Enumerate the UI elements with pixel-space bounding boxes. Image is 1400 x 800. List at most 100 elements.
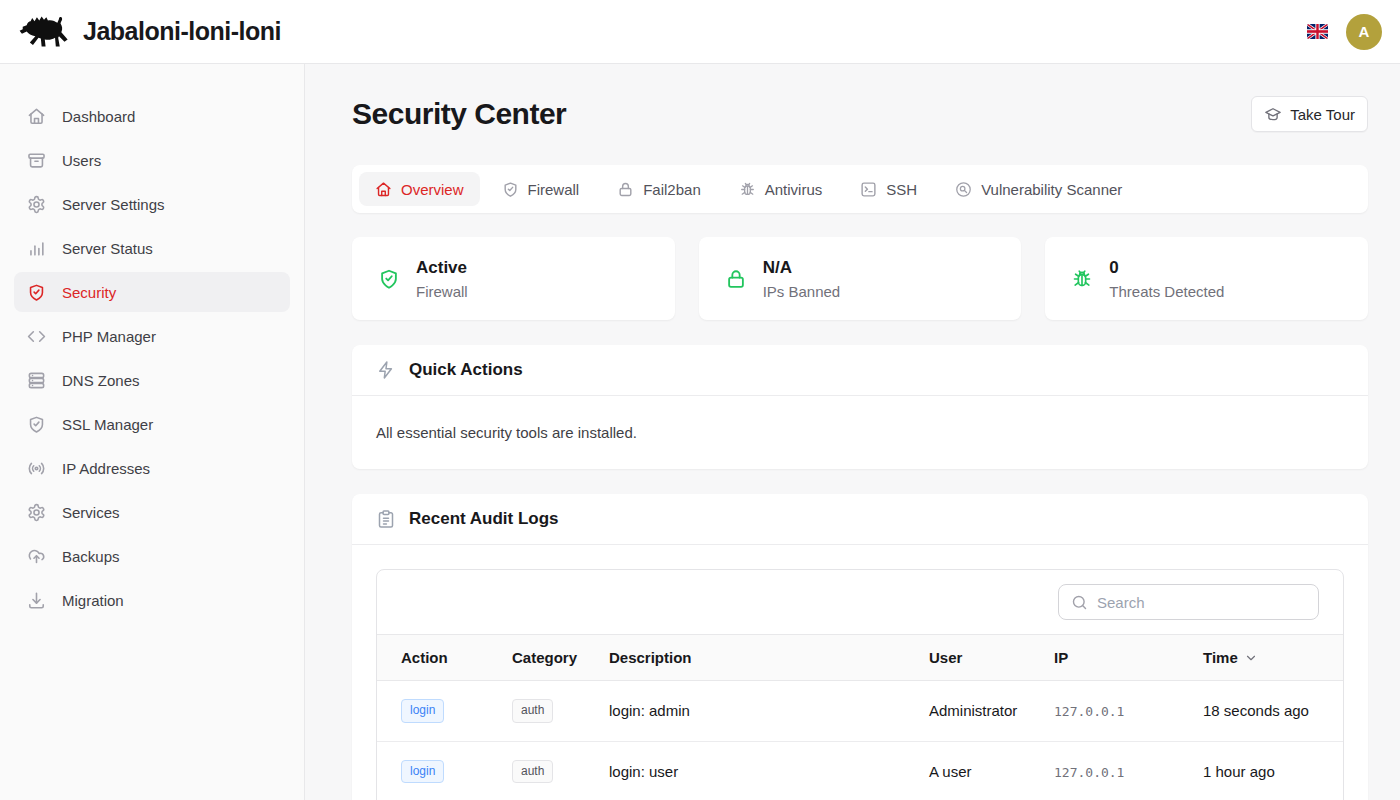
radio-icon [27, 459, 46, 478]
ip-cell: 127.0.0.1 [1054, 765, 1124, 780]
time-cell: 18 seconds ago [1179, 681, 1343, 742]
clipboard-icon [376, 509, 396, 529]
sidebar-item-label: PHP Manager [62, 328, 156, 345]
sidebar-item-label: Migration [62, 592, 124, 609]
action-badge[interactable]: login [401, 760, 444, 784]
lock-icon [725, 268, 747, 290]
shield-check-icon [502, 181, 519, 198]
code-icon [27, 327, 46, 346]
sidebar-item-label: Server Settings [62, 196, 165, 213]
tab-overview[interactable]: Overview [359, 172, 480, 206]
shield-check-icon [378, 268, 400, 290]
sidebar-item-dns-zones[interactable]: DNS Zones [14, 360, 290, 400]
server-stack-icon [27, 371, 46, 390]
tab-label: Antivirus [765, 181, 823, 198]
table-row: login auth login: user A user 127.0.0.1 … [377, 741, 1343, 800]
audit-logs-table: Action Category Description User IP Time… [377, 634, 1343, 800]
tab-label: Vulnerability Scanner [981, 181, 1122, 198]
category-badge: auth [512, 760, 553, 784]
ip-cell: 127.0.0.1 [1054, 704, 1124, 719]
table-row: login auth login: admin Administrator 12… [377, 681, 1343, 742]
category-badge: auth [512, 699, 553, 723]
description-cell: login: user [585, 741, 905, 800]
sidebar-item-label: Backups [62, 548, 120, 565]
topbar: Jabaloni-loni-loni A [0, 0, 1400, 64]
column-header-ip[interactable]: IP [1030, 635, 1179, 681]
zap-icon [376, 360, 396, 380]
security-tabs: Overview Firewall Fail2ban Antivirus SSH… [352, 165, 1368, 213]
stat-label: IPs Banned [763, 283, 841, 300]
quick-actions-message: All essential security tools are install… [352, 396, 1368, 469]
app-title: Jabaloni-loni-loni [83, 17, 281, 46]
audit-logs-panel: Action Category Description User IP Time… [376, 569, 1344, 800]
archive-icon [27, 151, 46, 170]
lock-icon [617, 181, 634, 198]
tab-ssh[interactable]: SSH [844, 172, 933, 206]
search-box[interactable] [1058, 584, 1319, 620]
take-tour-label: Take Tour [1290, 106, 1355, 123]
sidebar-item-services[interactable]: Services [14, 492, 290, 532]
tab-vulnerability-scanner[interactable]: Vulnerability Scanner [939, 172, 1138, 206]
stat-value: N/A [763, 258, 841, 278]
take-tour-button[interactable]: Take Tour [1251, 96, 1368, 132]
stat-value: Active [416, 258, 468, 278]
column-header-time[interactable]: Time [1179, 635, 1343, 681]
download-icon [27, 591, 46, 610]
sidebar-item-backups[interactable]: Backups [14, 536, 290, 576]
sidebar-item-server-settings[interactable]: Server Settings [14, 184, 290, 224]
quick-actions-title: Quick Actions [409, 360, 523, 380]
tab-label: Firewall [528, 181, 580, 198]
chevron-down-icon [1244, 651, 1258, 665]
stat-label: Threats Detected [1109, 283, 1224, 300]
sidebar-item-label: Security [62, 284, 116, 301]
brand[interactable]: Jabaloni-loni-loni [16, 13, 281, 50]
sidebar-item-label: SSL Manager [62, 416, 153, 433]
graduation-cap-icon [1264, 105, 1282, 123]
shield-check-icon [27, 283, 46, 302]
user-cell: A user [905, 741, 1030, 800]
user-cell: Administrator [905, 681, 1030, 742]
scan-search-icon [955, 181, 972, 198]
column-header-action[interactable]: Action [377, 635, 488, 681]
tab-antivirus[interactable]: Antivirus [723, 172, 839, 206]
gear-icon [27, 195, 46, 214]
stat-card-ips-banned: N/A IPs Banned [699, 237, 1022, 320]
tab-firewall[interactable]: Firewall [486, 172, 596, 206]
bar-chart-icon [27, 239, 46, 258]
gear-icon [27, 503, 46, 522]
description-cell: login: admin [585, 681, 905, 742]
sidebar-item-php-manager[interactable]: PHP Manager [14, 316, 290, 356]
bug-icon [1071, 268, 1093, 290]
sidebar-item-server-status[interactable]: Server Status [14, 228, 290, 268]
sidebar-item-dashboard[interactable]: Dashboard [14, 96, 290, 136]
time-cell: 1 hour ago [1179, 741, 1343, 800]
user-avatar[interactable]: A [1346, 14, 1382, 50]
tab-label: SSH [886, 181, 917, 198]
action-badge[interactable]: login [401, 699, 444, 723]
stat-value: 0 [1109, 258, 1224, 278]
shield-check-icon [27, 415, 46, 434]
column-header-user[interactable]: User [905, 635, 1030, 681]
sidebar-item-users[interactable]: Users [14, 140, 290, 180]
quick-actions-card: Quick Actions All essential security too… [352, 345, 1368, 469]
sidebar-item-label: Services [62, 504, 120, 521]
language-flag-icon[interactable] [1307, 24, 1328, 39]
sidebar-item-migration[interactable]: Migration [14, 580, 290, 620]
stat-card-firewall: Active Firewall [352, 237, 675, 320]
tab-fail2ban[interactable]: Fail2ban [601, 172, 717, 206]
stat-label: Firewall [416, 283, 468, 300]
sidebar-item-ssl-manager[interactable]: SSL Manager [14, 404, 290, 444]
home-icon [375, 181, 392, 198]
sidebar-item-label: DNS Zones [62, 372, 140, 389]
sidebar-item-label: Server Status [62, 240, 153, 257]
sidebar-item-label: Users [62, 152, 101, 169]
sidebar-item-ip-addresses[interactable]: IP Addresses [14, 448, 290, 488]
audit-logs-card: Recent Audit Logs Action [352, 494, 1368, 800]
column-header-category[interactable]: Category [488, 635, 585, 681]
sidebar-item-security[interactable]: Security [14, 272, 290, 312]
search-input[interactable] [1097, 594, 1306, 611]
column-header-description[interactable]: Description [585, 635, 905, 681]
sidebar: Dashboard Users Server Settings Server S… [0, 64, 305, 800]
home-icon [27, 107, 46, 126]
tab-label: Overview [401, 181, 464, 198]
